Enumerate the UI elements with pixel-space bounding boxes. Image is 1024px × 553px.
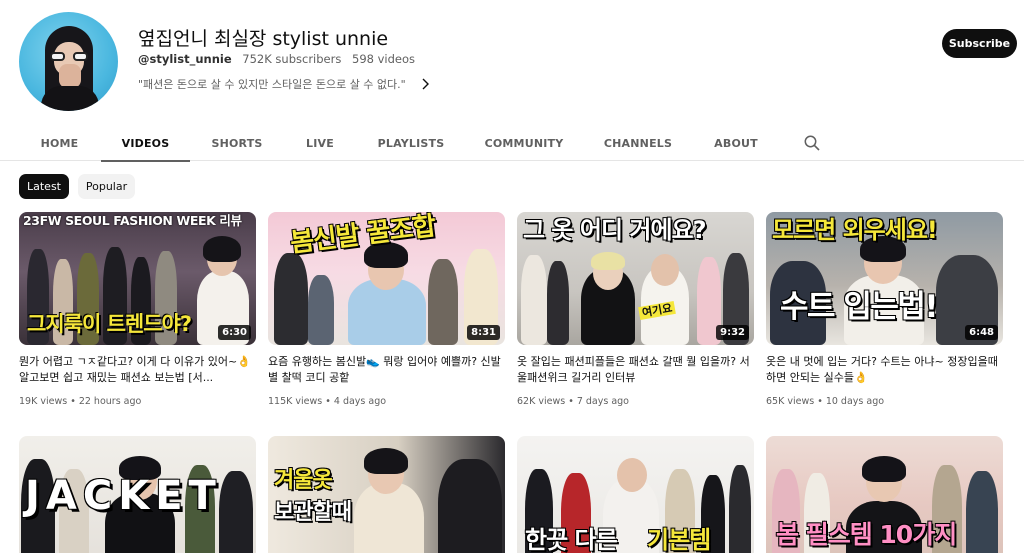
thumbnail-headline: 봄 필스템 10가지 — [776, 520, 957, 549]
video-title[interactable]: 옷은 내 멋에 입는 거다? 수트는 아냐~ 정장입을때 하면 안되는 실수들👌 — [766, 354, 1003, 386]
thumbnail-headline: 그 옷 어디 거에요? — [523, 216, 707, 244]
thumbnail-caption: 23FW SEOUL FASHION WEEK 리뷰 — [23, 213, 242, 228]
video-title[interactable]: 옷 잘입는 패션피플들은 패션쇼 갈땐 뭘 입을까? 서울패션위크 길거리 인터… — [517, 354, 754, 386]
video-thumbnail[interactable]: 겨울옷 보관할때 — [268, 436, 505, 553]
thumbnail-headline-2: 수트 입는법! — [780, 289, 939, 325]
channel-description-text: "패션은 돈으로 살 수 있지만 스타일은 돈으로 살 수 없다." — [138, 78, 406, 91]
video-thumbnail[interactable]: 23FW SEOUL FASHION WEEK 리뷰 그지룩이 트렌드야? 6:… — [19, 212, 256, 345]
chip-popular[interactable]: Popular — [78, 174, 135, 199]
video-duration: 6:48 — [965, 325, 998, 340]
tab-channels[interactable]: CHANNELS — [597, 125, 679, 161]
tab-home[interactable]: HOME — [27, 125, 92, 161]
video-meta: 62K views • 7 days ago — [517, 396, 629, 407]
video-card[interactable]: 모르면 외우세요! 수트 입는법! 6:48 옷은 내 멋에 입는 거다? 수트… — [766, 212, 1003, 407]
video-thumbnail[interactable]: JACKET — [19, 436, 256, 553]
thumbnail-headline: 모르면 외우세요! — [772, 216, 938, 244]
thumbnail-headline: 겨울옷 — [274, 468, 333, 493]
chevron-right-icon[interactable] — [418, 77, 432, 91]
video-age: 7 days ago — [576, 396, 629, 407]
chip-latest[interactable]: Latest — [19, 174, 69, 199]
channel-handle: @stylist_unnie — [138, 52, 232, 66]
video-duration: 8:31 — [467, 325, 500, 340]
channel-tabs: HOME VIDEOS SHORTS LIVE PLAYLISTS COMMUN… — [0, 125, 1024, 162]
tab-shorts[interactable]: SHORTS — [203, 125, 271, 161]
video-thumbnail[interactable]: 봄신발 꿀조합 8:31 — [268, 212, 505, 345]
channel-meta: @stylist_unnie 752K subscribers 598 vide… — [138, 52, 422, 66]
tab-about[interactable]: ABOUT — [707, 125, 765, 161]
channel-avatar[interactable] — [19, 12, 118, 111]
video-card[interactable]: 23FW SEOUL FASHION WEEK 리뷰 그지룩이 트렌드야? 6:… — [19, 212, 256, 407]
thumbnail-headline: 한끗 다른 — [525, 526, 618, 553]
channel-name: 옆집언니 최실장 stylist unnie — [138, 28, 389, 50]
video-thumbnail[interactable]: 봄 필스템 10가지 — [766, 436, 1003, 553]
video-card[interactable]: JACKET — [19, 436, 256, 553]
tab-videos[interactable]: VIDEOS — [101, 125, 190, 162]
tab-community[interactable]: COMMUNITY — [478, 125, 570, 161]
video-thumbnail[interactable]: 그 옷 어디 거에요? 여기요 9:32 — [517, 212, 754, 345]
thumbnail-headline-2: 보관할때 — [274, 500, 352, 525]
video-card[interactable]: 한끗 다른 기본템 — [517, 436, 754, 553]
subscribe-button[interactable]: Subscribe — [942, 29, 1017, 58]
video-duration: 6:30 — [218, 325, 251, 340]
subscriber-count: 752K subscribers — [242, 52, 342, 66]
video-meta: 65K views • 10 days ago — [766, 396, 885, 407]
video-views: 19K views — [19, 396, 68, 407]
video-card[interactable]: 그 옷 어디 거에요? 여기요 9:32 옷 잘입는 패션피플들은 패션쇼 갈땐… — [517, 212, 754, 407]
video-title[interactable]: 요즘 유행하는 봄신발👟 뭐랑 입어야 예쁠까? 신발별 찰떡 코디 공핱 — [268, 354, 505, 386]
video-views: 115K views — [268, 396, 323, 407]
video-views: 65K views — [766, 396, 815, 407]
video-title[interactable]: 뭔가 어렵고 ㄱㅈ같다고? 이게 다 이유가 있어~👌알고보면 쉽고 재밌는 패… — [19, 354, 256, 386]
video-meta: 115K views • 4 days ago — [268, 396, 387, 407]
video-count: 598 videos — [352, 52, 416, 66]
video-card[interactable]: 봄 필스템 10가지 — [766, 436, 1003, 553]
tab-live[interactable]: LIVE — [292, 125, 348, 161]
video-meta: 19K views • 22 hours ago — [19, 396, 142, 407]
video-duration: 9:32 — [716, 325, 749, 340]
thumbnail-headline: 그지룩이 트렌드야? — [27, 312, 192, 336]
thumbnail-headline-2: 기본템 — [647, 526, 711, 553]
video-thumbnail[interactable]: 모르면 외우세요! 수트 입는법! 6:48 — [766, 212, 1003, 345]
video-views: 62K views — [517, 396, 566, 407]
search-icon[interactable] — [803, 134, 821, 152]
channel-description[interactable]: "패션은 돈으로 살 수 있지만 스타일은 돈으로 살 수 없다." — [138, 76, 432, 92]
video-age: 4 days ago — [333, 396, 387, 407]
tab-playlists[interactable]: PLAYLISTS — [372, 125, 450, 161]
video-age: 10 days ago — [825, 396, 885, 407]
video-card[interactable]: 겨울옷 보관할때 — [268, 436, 505, 553]
video-card[interactable]: 봄신발 꿀조합 8:31 요즘 유행하는 봄신발👟 뭐랑 입어야 예쁠까? 신발… — [268, 212, 505, 407]
thumbnail-headline: JACKET — [25, 473, 222, 519]
video-thumbnail[interactable]: 한끗 다른 기본템 — [517, 436, 754, 553]
video-age: 22 hours ago — [78, 396, 142, 407]
